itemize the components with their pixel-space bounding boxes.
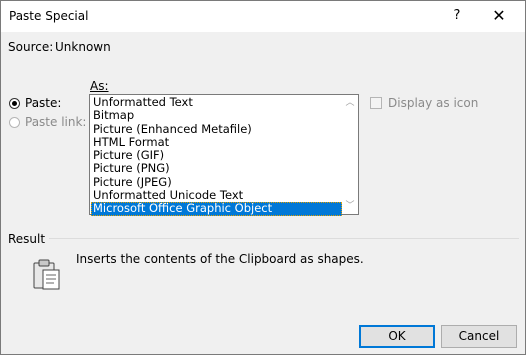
format-list-item[interactable]: Picture (GIF) <box>91 149 342 162</box>
cancel-button[interactable]: Cancel <box>441 325 517 348</box>
listbox-scrollbar[interactable]: ︿ ﹀ <box>342 95 358 214</box>
as-label: As: <box>90 79 109 93</box>
help-icon[interactable]: ? <box>445 4 469 28</box>
paste-link-radio-label[interactable]: Paste link: <box>25 115 86 129</box>
result-label: Result <box>8 232 46 246</box>
display-as-icon-checkbox[interactable] <box>370 97 382 109</box>
format-list-item[interactable]: Unformatted Text <box>91 95 342 109</box>
format-list-item[interactable]: Microsoft Office Graphic Object <box>91 202 342 216</box>
result-description: Inserts the contents of the Clipboard as… <box>76 252 364 266</box>
title-bar: Paste Special ? ✕ <box>1 1 525 32</box>
clipboard-icon <box>33 259 60 290</box>
format-list-item[interactable]: Picture (Enhanced Metafile) <box>91 122 342 136</box>
result-divider <box>49 238 519 239</box>
source-label: Source: <box>8 40 54 54</box>
ok-button[interactable]: OK <box>359 325 435 348</box>
format-list[interactable]: Unformatted Text Bitmap Picture (Enhanced … <box>91 95 342 216</box>
source-value: Unknown <box>55 40 111 54</box>
format-list-item[interactable]: Bitmap <box>91 109 342 122</box>
format-list-item[interactable]: Picture (PNG) <box>91 162 342 175</box>
chevron-down-icon[interactable]: ﹀ <box>342 198 358 214</box>
chevron-up-icon[interactable]: ︿ <box>342 95 358 111</box>
paste-link-radio[interactable] <box>9 117 20 128</box>
dialog-title: Paste Special <box>9 9 89 23</box>
format-list-item[interactable]: Picture (JPEG) <box>91 175 342 189</box>
format-listbox[interactable]: Unformatted Text Bitmap Picture (Enhanced … <box>89 94 359 216</box>
display-as-icon-label[interactable]: Display as icon <box>388 96 478 110</box>
paste-special-dialog: Paste Special ? ✕ Source: Unknown As: Pa… <box>0 0 526 355</box>
paste-radio-label[interactable]: Paste: <box>25 96 61 110</box>
close-icon[interactable]: ✕ <box>487 4 511 28</box>
paste-radio[interactable] <box>9 98 20 109</box>
format-list-item[interactable]: Unformatted Unicode Text <box>91 188 342 202</box>
format-list-item[interactable]: HTML Format <box>91 135 342 149</box>
